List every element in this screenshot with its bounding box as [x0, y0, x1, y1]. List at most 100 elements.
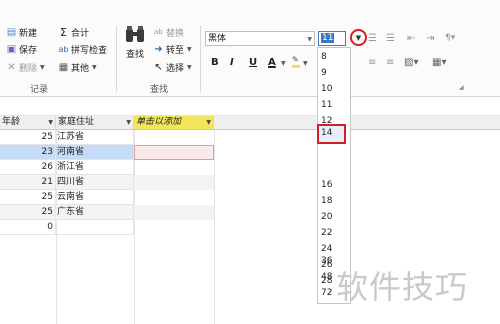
select-button[interactable]: ↖ 选择 ▼ — [153, 61, 192, 74]
bullet-list-icon[interactable]: ☰ — [368, 33, 377, 44]
more-grid-icon: ▦ — [58, 62, 69, 73]
column-header-age[interactable]: 年龄 ▼ — [0, 116, 56, 130]
font-size-option-label: 14 — [321, 128, 333, 138]
bold-button[interactable]: B — [211, 57, 219, 68]
more-button[interactable]: ▦ 其他 ▼ — [58, 61, 97, 74]
age-cell[interactable]: 0 — [0, 220, 56, 235]
filter-dropdown-icon[interactable]: ▼ — [48, 116, 53, 129]
highlight-icon[interactable]: ✎ — [292, 56, 300, 68]
dialog-launcher-icon[interactable]: ◢ — [459, 84, 464, 91]
totals-button[interactable]: Σ 合计 — [58, 26, 89, 39]
binoculars-icon — [126, 26, 144, 42]
spelling-icon: ab — [58, 45, 69, 54]
active-new-cell[interactable] — [134, 145, 214, 160]
paragraph-direction-icon[interactable]: ¶▾ — [445, 33, 455, 43]
font-size-option[interactable]: 36 — [321, 256, 332, 266]
save-record-button[interactable]: ▣ 保存 — [6, 43, 37, 56]
increase-indent-icon[interactable]: ⇥ — [426, 33, 434, 44]
goto-button[interactable]: ➜ 转至 ▼ — [153, 43, 192, 56]
address-cell[interactable] — [56, 220, 134, 235]
cursor-icon: ↖ — [154, 62, 163, 73]
address-cell[interactable]: 云南省 — [56, 190, 134, 205]
font-size-option[interactable]: 18 — [321, 196, 332, 206]
new-record-button[interactable]: ▤ 新建 — [6, 26, 37, 39]
spelling-button[interactable]: ab 拼写检查 — [58, 43, 108, 56]
font-size-option[interactable]: 72 — [321, 288, 332, 298]
font-name-box[interactable]: 黑体 ▼ — [205, 31, 315, 46]
gridlines-icon[interactable]: ▦▾ — [432, 57, 446, 68]
age-cell[interactable]: 26 — [0, 160, 56, 175]
font-size-option[interactable]: 22 — [321, 228, 332, 238]
font-size-option[interactable]: 8 — [321, 52, 327, 62]
chevron-down-icon[interactable]: ▼ — [307, 32, 312, 47]
table-row[interactable]: 21 四川省 — [0, 175, 214, 190]
table-row[interactable]: 25 江苏省 — [0, 130, 500, 145]
font-size-box[interactable]: 11 — [318, 31, 346, 46]
address-cell[interactable]: 河南省 — [56, 145, 134, 160]
address-cell[interactable]: 浙江省 — [56, 160, 134, 175]
ribbon: ▤ 新建 ▣ 保存 ✕ 删除 ▼ Σ 合计 ab 拼写检查 ▦ 其他 ▼ 记录 … — [0, 0, 500, 97]
font-size-option[interactable]: 9 — [321, 68, 327, 78]
column-header-add-new[interactable]: 单击以添加 ▼ — [134, 116, 214, 130]
address-cell[interactable]: 四川省 — [56, 175, 134, 190]
font-name-value: 黑体 — [208, 34, 227, 44]
find-group-label: 查找 — [150, 85, 169, 95]
table-row[interactable]: 26 浙江省 — [0, 160, 500, 175]
find-button[interactable]: 查找 — [124, 24, 146, 60]
replace-icon: ab — [154, 28, 163, 36]
font-size-dropdown-button[interactable]: ▼ — [350, 29, 367, 46]
table-row[interactable]: 25 云南省 — [0, 190, 500, 205]
table-row[interactable]: 25 广东省 — [0, 205, 214, 220]
age-cell[interactable]: 23 — [0, 145, 56, 160]
font-size-value: 11 — [321, 33, 335, 43]
font-size-option-highlighted[interactable]: 14 — [317, 124, 346, 144]
age-cell[interactable]: 21 — [0, 175, 56, 190]
table-row-new[interactable]: 0 — [0, 220, 500, 235]
age-cell[interactable]: 25 — [0, 130, 56, 145]
group-separator — [116, 26, 117, 92]
font-color-button[interactable]: A — [268, 57, 276, 68]
chevron-down-icon: ▼ — [187, 46, 192, 53]
age-cell[interactable]: 25 — [0, 205, 56, 220]
font-size-option[interactable]: 16 — [321, 180, 332, 190]
chevron-down-icon: ▼ — [187, 64, 192, 71]
spelling-label: 拼写检查 — [71, 46, 108, 56]
delete-label: 删除 — [19, 64, 38, 74]
font-size-option[interactable]: 11 — [321, 100, 332, 110]
underline-button[interactable]: U — [249, 57, 257, 68]
align-right-icon[interactable]: ≡ — [386, 57, 394, 68]
address-cell[interactable]: 广东省 — [56, 205, 134, 220]
chevron-down-icon[interactable]: ▼ — [281, 60, 286, 67]
background-color-icon[interactable]: ▨▾ — [404, 57, 418, 68]
column-header-label: 单击以添加 — [136, 117, 182, 127]
column-header-empty — [214, 116, 500, 130]
address-cell[interactable]: 江苏省 — [56, 130, 134, 145]
new-record-icon: ▤ — [6, 27, 17, 38]
chevron-down-icon: ▼ — [355, 33, 362, 42]
column-header-label: 家庭住址 — [58, 117, 95, 127]
decrease-indent-icon[interactable]: ⇤ — [407, 33, 415, 44]
more-label: 其他 — [71, 64, 90, 74]
watermark: 软件技巧 — [336, 268, 469, 306]
save-label: 保存 — [19, 46, 38, 56]
filter-dropdown-icon[interactable]: ▼ — [206, 116, 211, 129]
table-row-selected[interactable]: 23 河南省 — [0, 145, 500, 160]
chevron-down-icon: ▼ — [40, 64, 45, 71]
goto-label: 转至 — [166, 46, 185, 56]
sheet-top-strip — [0, 97, 500, 116]
save-icon: ▣ — [6, 44, 17, 55]
filter-dropdown-icon[interactable]: ▼ — [126, 116, 131, 129]
italic-button[interactable]: I — [230, 57, 234, 68]
replace-button[interactable]: ab 替换 — [153, 26, 184, 39]
font-size-option[interactable]: 10 — [321, 84, 332, 94]
age-cell[interactable]: 25 — [0, 190, 56, 205]
column-header-address[interactable]: 家庭住址 ▼ — [56, 116, 134, 130]
font-size-option[interactable]: 24 — [321, 244, 332, 254]
sigma-icon: Σ — [60, 26, 67, 39]
font-size-option[interactable]: 20 — [321, 212, 332, 222]
chevron-down-icon[interactable]: ▼ — [303, 60, 308, 67]
numbered-list-icon[interactable]: ☰ — [386, 33, 395, 44]
align-center-icon[interactable]: ≡ — [368, 57, 376, 68]
font-size-option[interactable]: 48 — [321, 272, 332, 282]
delete-record-button[interactable]: ✕ 删除 ▼ — [6, 61, 45, 74]
